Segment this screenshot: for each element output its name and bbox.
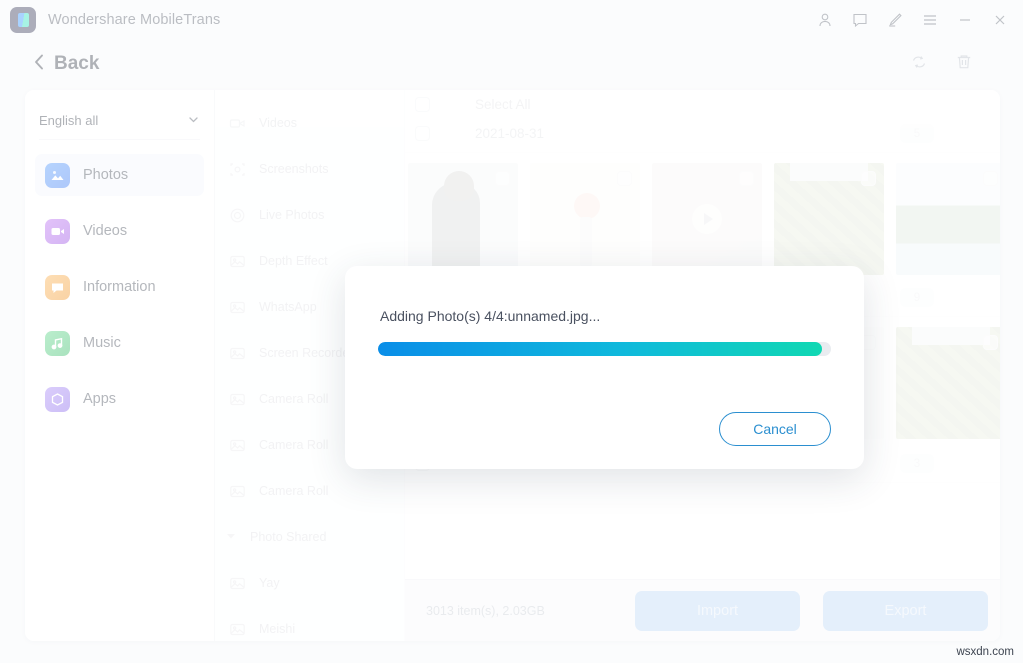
progress-dialog: Adding Photo(s) 4/4:unnamed.jpg... Cance… <box>345 266 864 469</box>
progress-message: Adding Photo(s) 4/4:unnamed.jpg... <box>380 308 601 324</box>
progress-bar-fill <box>378 342 822 356</box>
progress-bar-track <box>378 342 831 356</box>
cancel-button[interactable]: Cancel <box>719 412 831 446</box>
app-window: Wondershare MobileTrans <box>0 0 1023 663</box>
watermark: wsxdn.com <box>956 646 1014 658</box>
